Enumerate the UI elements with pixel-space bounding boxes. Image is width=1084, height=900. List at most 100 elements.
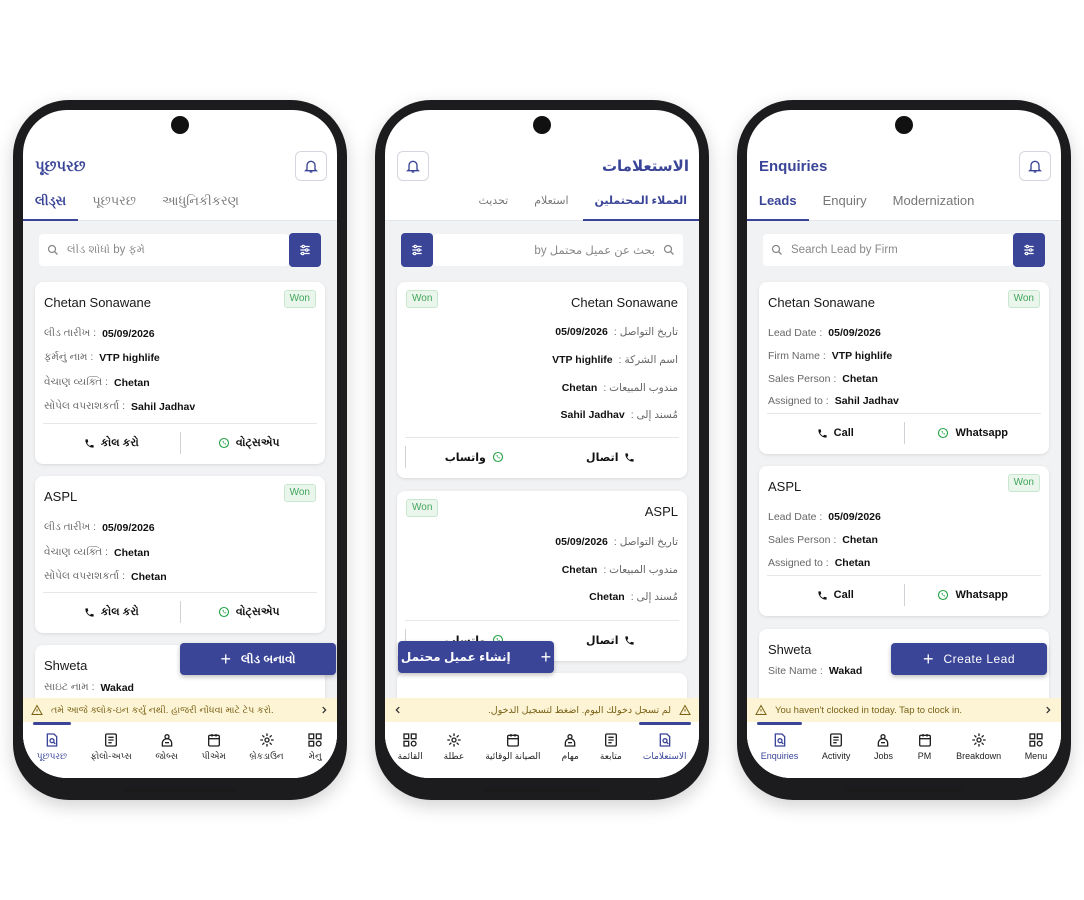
tab-modernization[interactable]: Modernization (893, 190, 975, 220)
call-button[interactable]: Call (767, 589, 904, 601)
nav-breakdown[interactable]: Breakdown (956, 722, 1001, 778)
tab-leads[interactable]: العملاء المحتملين (582, 190, 699, 221)
call-button[interactable]: اتصال (543, 634, 680, 647)
field-site-name: સાઇટ નામ : Wakad (44, 681, 134, 694)
page-title: الاستعلامات (601, 158, 689, 175)
lead-card[interactable]: Chetan Sonawane Won Lead Date :05/09/202… (759, 282, 1049, 454)
nav-pm[interactable]: الصيانة الوقائية (485, 722, 541, 778)
nav-follow-ups[interactable]: ફોલો-અપ્સ (91, 722, 132, 778)
status-badge: Won (283, 290, 316, 308)
clock-in-banner[interactable]: તમે આજે ક્લોક-ઇન કર્યું નથી. હાજરી નોંધવ… (23, 698, 337, 722)
notifications-button[interactable] (295, 151, 327, 181)
field-site-name: Site Name : Wakad (768, 665, 863, 677)
worker-icon (161, 734, 173, 747)
filter-button[interactable] (289, 233, 321, 267)
search-placeholder: بحث عن عميل محتمل by (534, 245, 655, 257)
nav-activity[interactable]: Activity (822, 722, 850, 778)
notifications-button[interactable] (397, 151, 429, 181)
card-actions: કોલ કરો વોટ્સએપ (43, 423, 317, 456)
field-assigned-to: مُسند إلى : Chetan (589, 591, 678, 603)
field-lead-date: Lead Date :05/09/2026 (768, 511, 881, 523)
nav-enquiries[interactable]: الاستعلامات (638, 722, 691, 778)
card-actions: કોલ કરો વોટ્સએપ (43, 592, 317, 625)
whatsapp-button[interactable]: Whatsapp (905, 427, 1042, 439)
clipboard-icon (105, 733, 118, 747)
lead-name: ASPL (644, 504, 678, 519)
nav-enquiries[interactable]: Enquiries (756, 722, 802, 778)
camera-notch (533, 116, 551, 134)
clock-in-banner[interactable]: You haven't clocked in today. Tap to clo… (747, 698, 1061, 722)
field-assigned-to: Assigned to : Sahil Jadhav (768, 395, 899, 407)
field-sales-person: Sales Person : Chetan (768, 534, 878, 546)
search-input[interactable]: લીડ શોધો by ફર્મ (39, 234, 289, 266)
divider (405, 446, 406, 468)
nav-breakdown[interactable]: બ્રેકડાઉન (249, 722, 284, 778)
nav-jobs[interactable]: જોબ્સ (155, 722, 178, 778)
screen: Enquiries Leads Enquiry Modernization Se… (747, 110, 1061, 778)
tab-leads[interactable]: લીડ્સ (23, 190, 79, 221)
tab-enquiry[interactable]: પૂછપરછ (92, 190, 136, 220)
lead-name: Chetan Sonawane (44, 295, 151, 310)
nav-enquiries[interactable]: પૂછપરછ (32, 722, 72, 778)
lead-card[interactable]: ASPL Won Lead Date :05/09/2026 Sales Per… (759, 466, 1049, 616)
gear-icon (971, 733, 986, 747)
lead-name: Chetan Sonawane (571, 295, 678, 310)
create-lead-button[interactable]: + Create Lead (891, 643, 1047, 675)
clock-in-banner[interactable]: لم تسجل دخولك اليوم. اضغط لتسجيل الدخول. (385, 698, 699, 722)
tab-enquiry[interactable]: Enquiry (823, 190, 867, 220)
nav-jobs[interactable]: مهام (562, 722, 579, 778)
clipboard-icon (604, 733, 617, 747)
filter-button[interactable] (401, 233, 433, 267)
nav-pm[interactable]: PM (917, 722, 933, 778)
search-input[interactable]: Search Lead by Firm (763, 234, 1013, 266)
bottom-nav: પૂછપરછ ફોલો-અપ્સ જોબ્સ પીએમ બ્રેકડાઉન મે… (23, 722, 337, 778)
whatsapp-icon (938, 589, 949, 601)
status-badge: Won (406, 290, 439, 308)
tab-modernization[interactable]: تحديث (478, 190, 508, 220)
call-button[interactable]: કોલ કરો (43, 437, 180, 450)
lead-card[interactable]: ASPL Won تاريخ التواصل :05/09/2026 مندوب… (397, 491, 687, 661)
sliders-icon (412, 244, 422, 256)
lead-card[interactable]: ASPL Won લીડ તારીખ :05/09/2026 વેચાણ વ્ય… (35, 476, 325, 633)
tab-modernization[interactable]: આધુનિકીકરણ (162, 190, 239, 220)
whatsapp-icon (492, 451, 503, 463)
tab-leads[interactable]: Leads (747, 190, 809, 221)
screen: الاستعلامات العملاء المحتملين استعلام تح… (385, 110, 699, 778)
nav-breakdown[interactable]: عطلة (444, 722, 464, 778)
whatsapp-button[interactable]: વોટ્સએપ (181, 606, 318, 619)
calendar-icon (918, 734, 931, 747)
nav-menu[interactable]: القائمة (398, 722, 423, 778)
bottom-nav: الاستعلامات متابعة مهام الصيانة الوقائية… (385, 722, 699, 778)
nav-jobs[interactable]: Jobs (874, 722, 893, 778)
call-button[interactable]: કોલ કરો (43, 606, 180, 619)
create-lead-button[interactable]: + લીડ બનાવો (180, 643, 336, 675)
search-icon (771, 244, 782, 255)
notifications-button[interactable] (1019, 151, 1051, 181)
whatsapp-icon (218, 606, 229, 618)
lead-card[interactable]: Chetan Sonawane Won લીડ તારીખ :05/09/202… (35, 282, 325, 464)
grid-icon (1029, 733, 1043, 747)
nav-menu[interactable]: મેનુ (307, 722, 323, 778)
sliders-icon (1024, 244, 1034, 256)
whatsapp-button[interactable]: واتساب (406, 451, 543, 464)
search-input[interactable]: بحث عن عميل محتمل by (433, 234, 683, 266)
tab-enquiry[interactable]: استعلام (534, 190, 568, 220)
field-sales-person: વેચાણ વ્યક્તિ : Chetan (44, 376, 150, 389)
phone-icon (85, 607, 94, 617)
field-lead-date: લીડ તારીખ :05/09/2026 (44, 521, 155, 534)
create-lead-button[interactable]: + إنشاء عميل محتمل (398, 641, 554, 673)
whatsapp-icon (218, 437, 229, 449)
chevron-right-icon (1046, 706, 1051, 714)
whatsapp-button[interactable]: Whatsapp (905, 589, 1042, 601)
nav-pm[interactable]: પીએમ (202, 722, 226, 778)
filter-button[interactable] (1013, 233, 1045, 267)
phone-english: Enquiries Leads Enquiry Modernization Se… (737, 100, 1071, 800)
chevron-right-icon (322, 706, 327, 714)
call-button[interactable]: اتصال (543, 451, 680, 464)
nav-follow-ups[interactable]: متابعة (600, 722, 622, 778)
screen: પૂછપરછ લીડ્સ પૂછપરછ આધુનિકીકરણ લીડ શોધો … (23, 110, 337, 778)
whatsapp-button[interactable]: વોટ્સએપ (181, 437, 318, 450)
lead-card[interactable]: Chetan Sonawane Won تاريخ التواصل :05/09… (397, 282, 687, 478)
nav-menu[interactable]: Menu (1025, 722, 1047, 778)
call-button[interactable]: Call (767, 427, 904, 439)
